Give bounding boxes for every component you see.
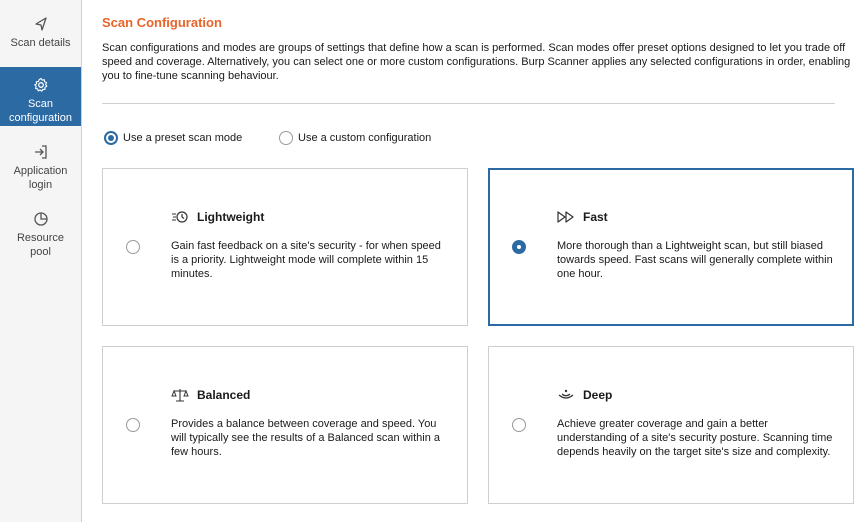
scan-mode-card-fast[interactable]: Fast More thorough than a Lightweight sc… <box>488 168 854 326</box>
target-icon <box>34 17 47 31</box>
main-panel: Scan Configuration Scan configurations a… <box>82 0 865 522</box>
balanced-radio[interactable] <box>126 418 140 432</box>
gear-icon <box>33 77 47 92</box>
card-description: Gain fast feedback on a site's security … <box>171 240 441 280</box>
preset-mode-radio-option[interactable]: Use a preset scan mode <box>104 131 242 145</box>
divider <box>102 103 835 104</box>
preset-mode-radio[interactable] <box>104 131 118 145</box>
sidebar-item-label: Scan details <box>10 37 71 49</box>
scan-mode-card-balanced[interactable]: Balanced Provides a balance between cove… <box>102 346 468 504</box>
sidebar-item-scan-details[interactable]: Scan details <box>0 16 81 58</box>
card-header: Fast <box>557 210 608 224</box>
card-description: More thorough than a Lightweight scan, b… <box>557 240 833 280</box>
scan-mode-card-lightweight[interactable]: Lightweight Gain fast feedback on a site… <box>102 168 468 326</box>
scan-mode-card-deep[interactable]: Deep Achieve greater coverage and gain a… <box>488 346 854 504</box>
custom-config-radio[interactable] <box>279 131 293 145</box>
fast-forward-icon <box>557 211 574 223</box>
sidebar-item-scan-configuration[interactable]: Scan configuration <box>0 67 81 126</box>
sidebar-item-resource-pool[interactable]: Resource pool <box>0 211 81 259</box>
custom-config-label: Use a custom configuration <box>298 132 432 144</box>
login-icon <box>34 145 47 159</box>
sidebar-item-label: Scan configuration <box>9 98 72 124</box>
lightweight-clock-icon <box>172 211 188 223</box>
card-header: Balanced <box>171 388 250 402</box>
page-title: Scan Configuration <box>102 15 222 30</box>
card-title: Lightweight <box>197 210 265 224</box>
custom-config-radio-option[interactable]: Use a custom configuration <box>279 131 431 145</box>
card-header: Deep <box>557 388 612 402</box>
sidebar-item-application-login[interactable]: Application login <box>0 144 81 192</box>
card-title: Deep <box>583 388 613 402</box>
preset-mode-label: Use a preset scan mode <box>123 132 243 144</box>
page-description: Scan configurations and modes are groups… <box>102 42 851 82</box>
pie-chart-icon <box>33 212 48 226</box>
deep-signal-icon <box>558 389 574 399</box>
sidebar: Scan details Scan configuration Applicat… <box>0 0 82 522</box>
card-title: Fast <box>583 210 608 224</box>
card-description: Achieve greater coverage and gain a bett… <box>557 418 833 458</box>
card-header: Lightweight <box>171 210 264 224</box>
sidebar-item-label: Application login <box>13 165 68 191</box>
sidebar-item-label: Resource pool <box>16 232 65 258</box>
card-title: Balanced <box>197 388 251 402</box>
fast-radio[interactable] <box>512 240 526 254</box>
deep-radio[interactable] <box>512 418 526 432</box>
card-description: Provides a balance between coverage and … <box>171 418 441 458</box>
scales-icon <box>171 389 189 402</box>
lightweight-radio[interactable] <box>126 240 140 254</box>
